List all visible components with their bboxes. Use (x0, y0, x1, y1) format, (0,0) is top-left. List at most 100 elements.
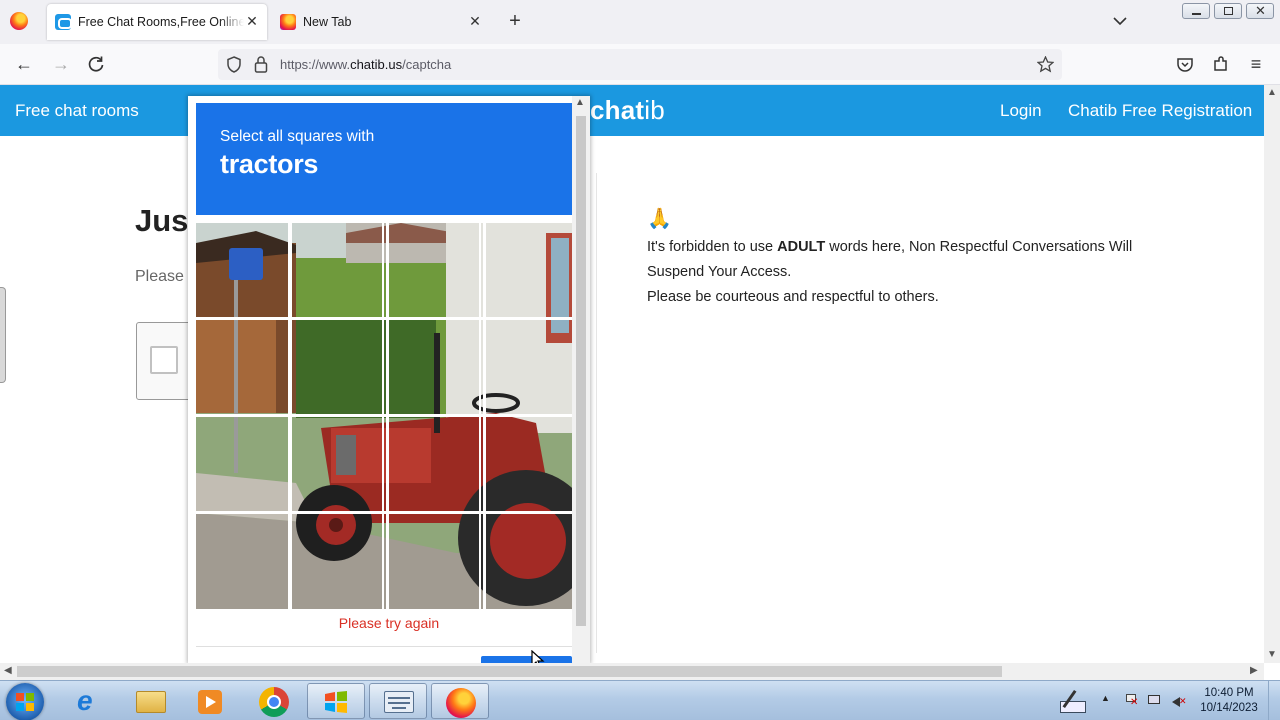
address-bar[interactable]: https://www.chatib.us/captcha (218, 49, 1062, 80)
scroll-down-arrow-icon[interactable]: ▼ (1267, 649, 1277, 660)
scroll-up-arrow-icon[interactable]: ▲ (575, 97, 585, 108)
window-minimize-button[interactable] (1182, 3, 1210, 19)
folder-icon (136, 691, 166, 713)
network-icon[interactable] (1147, 693, 1163, 709)
taskbar-firefox[interactable] (431, 683, 489, 719)
captcha-tile[interactable] (196, 320, 290, 417)
page-horizontal-scrollbar[interactable]: ◀ ▶ (0, 663, 1264, 680)
captcha-scrollbar[interactable]: ▲ (572, 96, 590, 663)
tab-title: New Tab (303, 15, 352, 29)
captcha-tile[interactable] (387, 223, 481, 320)
captcha-target-word: tractors (220, 149, 319, 179)
taskbar-windows-app[interactable] (307, 683, 365, 719)
captcha-tile[interactable] (290, 223, 384, 320)
scroll-left-arrow-icon[interactable]: ◀ (4, 665, 12, 676)
tab-chatib[interactable]: Free Chat Rooms,Free Online Chat ✕ (47, 4, 267, 40)
captcha-tile[interactable] (387, 417, 481, 514)
firefox-favicon-icon (280, 14, 296, 30)
captcha-footer-divider (196, 646, 572, 647)
chrome-icon (259, 687, 289, 717)
chatib-logo[interactable]: chatib (590, 95, 665, 126)
captcha-challenge-popup: Select all squares with tractors Please … (188, 96, 590, 663)
clock-date: 10/14/2023 (1200, 702, 1258, 714)
page-subtitle: Please (135, 268, 184, 285)
windows-taskbar: e ▲ ✕ ✕ 10:40 PM 10/14/2023 (0, 680, 1280, 720)
recaptcha-widget[interactable] (136, 322, 196, 400)
captcha-tile[interactable] (196, 514, 290, 609)
tab-new-tab[interactable]: New Tab ✕ (272, 4, 490, 40)
navigation-toolbar: ← → https://www.chatib.us/captcha ≡ (0, 44, 1280, 85)
page-vertical-scrollbar[interactable]: ▲ ▼ (1264, 85, 1280, 663)
free-chat-rooms-link[interactable]: Free chat rooms (15, 101, 139, 121)
taskbar-file-explorer[interactable] (122, 683, 180, 719)
reload-icon[interactable] (86, 54, 106, 74)
window-restore-button[interactable] (1214, 3, 1242, 19)
captcha-image-grid (196, 223, 572, 609)
hamburger-menu-icon[interactable]: ≡ (1246, 54, 1266, 74)
new-tab-plus-icon[interactable]: + (505, 11, 525, 32)
tracking-shield-icon[interactable] (226, 56, 242, 73)
captcha-scroll-thumb[interactable] (576, 116, 586, 626)
captcha-tile[interactable] (196, 223, 290, 320)
captcha-tile[interactable] (484, 223, 572, 320)
scroll-right-arrow-icon[interactable]: ▶ (1250, 665, 1258, 676)
taskbar-chrome[interactable] (245, 683, 303, 719)
captcha-tile[interactable] (290, 320, 384, 417)
registration-link[interactable]: Chatib Free Registration (1068, 101, 1252, 121)
url-text[interactable]: https://www.chatib.us/captcha (280, 57, 451, 72)
pocket-icon[interactable] (1175, 54, 1195, 74)
action-center-flag-icon[interactable]: ✕ (1123, 693, 1139, 709)
horizontal-scroll-thumb[interactable] (17, 666, 1002, 677)
show-desktop-button[interactable] (1268, 681, 1280, 720)
chat-rules: 🙏 It's forbidden to use ADULT words here… (647, 207, 1147, 310)
captcha-tile[interactable] (196, 417, 290, 514)
captcha-tile[interactable] (290, 514, 384, 609)
list-all-tabs-chevron-icon[interactable] (1111, 12, 1129, 30)
chatib-favicon-icon (55, 14, 72, 30)
tab-strip: Free Chat Rooms,Free Online Chat ✕ New T… (0, 0, 1280, 44)
captcha-prompt: Select all squares with (220, 128, 375, 145)
tab-close-icon[interactable]: ✕ (468, 14, 482, 28)
column-divider (596, 173, 597, 653)
tab-close-icon[interactable]: ✕ (245, 14, 259, 28)
forward-arrow-icon[interactable]: → (51, 54, 71, 74)
courtesy-line: Please be courteous and respectful to ot… (647, 289, 939, 305)
captcha-tile[interactable] (290, 417, 384, 514)
captcha-verify-button[interactable] (481, 656, 572, 663)
scroll-up-arrow-icon[interactable]: ▲ (1267, 87, 1277, 98)
captcha-tile[interactable] (387, 320, 481, 417)
start-button[interactable] (6, 683, 44, 720)
folded-hands-icon: 🙏 (647, 208, 672, 230)
keyboard-icon (384, 691, 414, 713)
captcha-header: Select all squares with tractors (196, 103, 572, 215)
bookmark-star-icon[interactable] (1037, 56, 1054, 73)
taskbar-internet-explorer[interactable]: e (62, 683, 120, 719)
side-handle-tab[interactable] (0, 287, 6, 383)
system-clock[interactable]: 10:40 PM 10/14/2023 (1196, 686, 1262, 716)
captcha-tile[interactable] (484, 417, 572, 514)
extensions-puzzle-icon[interactable] (1211, 54, 1231, 74)
captcha-error-message: Please try again (338, 615, 440, 631)
window-close-button[interactable]: ✕ (1246, 3, 1274, 19)
show-hidden-icons-arrow[interactable]: ▲ (1101, 693, 1110, 703)
windows-flag-icon (325, 691, 347, 713)
volume-muted-icon[interactable]: ✕ (1171, 693, 1187, 709)
pen-tablet-icon[interactable] (1058, 687, 1088, 715)
recaptcha-checkbox[interactable] (150, 346, 178, 374)
clock-time: 10:40 PM (1204, 687, 1254, 699)
lock-icon[interactable] (254, 55, 268, 73)
internet-explorer-icon: e (77, 685, 93, 716)
taskbar-media-player[interactable] (182, 683, 240, 719)
adult-keyword: ADULT (777, 239, 826, 255)
login-link[interactable]: Login (1000, 101, 1042, 121)
firefox-icon (446, 688, 476, 718)
tab-title: Free Chat Rooms,Free Online Chat (78, 15, 244, 29)
firefox-view-icon[interactable] (10, 12, 28, 30)
windows-logo-icon (16, 693, 34, 711)
captcha-tile[interactable] (484, 514, 572, 609)
back-arrow-icon[interactable]: ← (14, 54, 34, 74)
captcha-tile[interactable] (484, 320, 572, 417)
captcha-tile[interactable] (387, 514, 481, 609)
media-player-icon (198, 690, 222, 714)
taskbar-on-screen-keyboard[interactable] (369, 683, 427, 719)
